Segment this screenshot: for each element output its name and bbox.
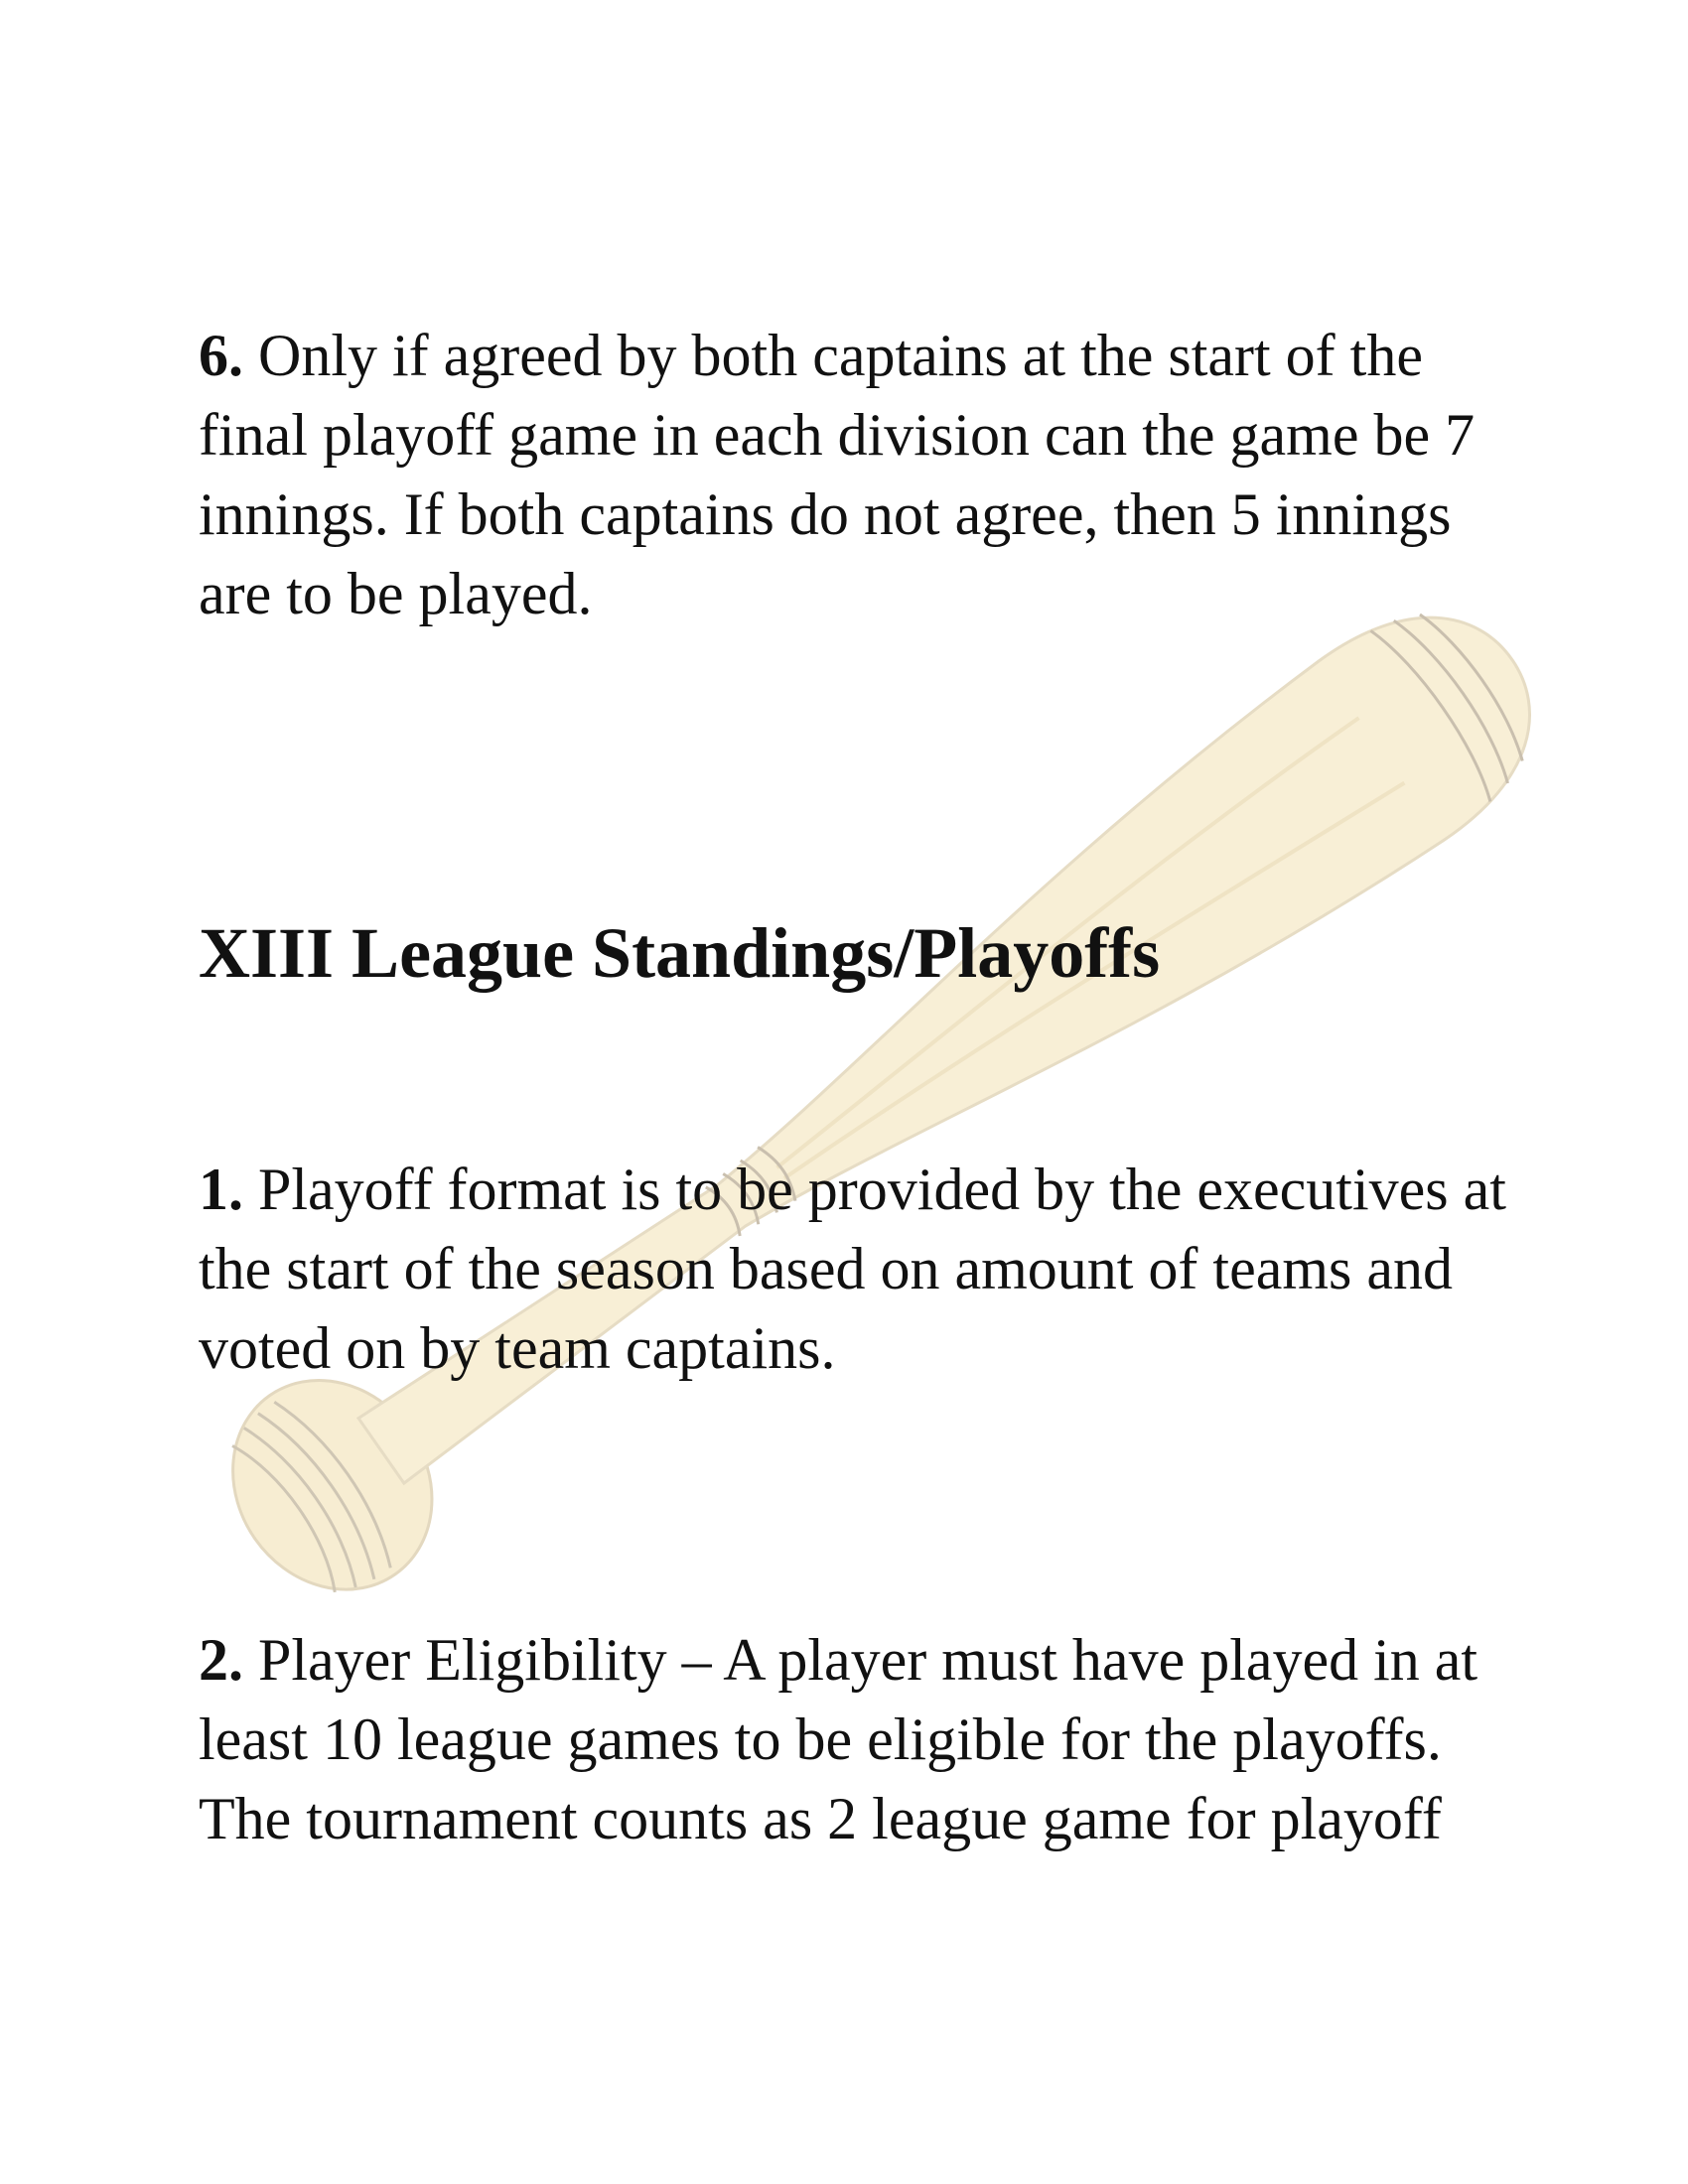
document-page: 6. Only if agreed by both captains at th… [0, 0, 1688, 2184]
rule-1-text: Playoff format is to be provided by the … [199, 1157, 1506, 1381]
rule-2-number: 2. [199, 1627, 243, 1693]
rule-1-paragraph: 1. Playoff format is to be provided by t… [199, 1150, 1529, 1388]
rule-1-number: 1. [199, 1157, 243, 1222]
rule-6-paragraph: 6. Only if agreed by both captains at th… [199, 316, 1529, 633]
rule-6-number: 6. [199, 323, 243, 388]
rule-6-text: Only if agreed by both captains at the s… [199, 323, 1476, 626]
rule-2-paragraph: 2. Player Eligibility – A player must ha… [199, 1620, 1529, 1858]
rule-2-text: Player Eligibility – A player must have … [199, 1627, 1478, 1851]
section-heading: XIII League Standings/Playoffs [199, 913, 1161, 993]
